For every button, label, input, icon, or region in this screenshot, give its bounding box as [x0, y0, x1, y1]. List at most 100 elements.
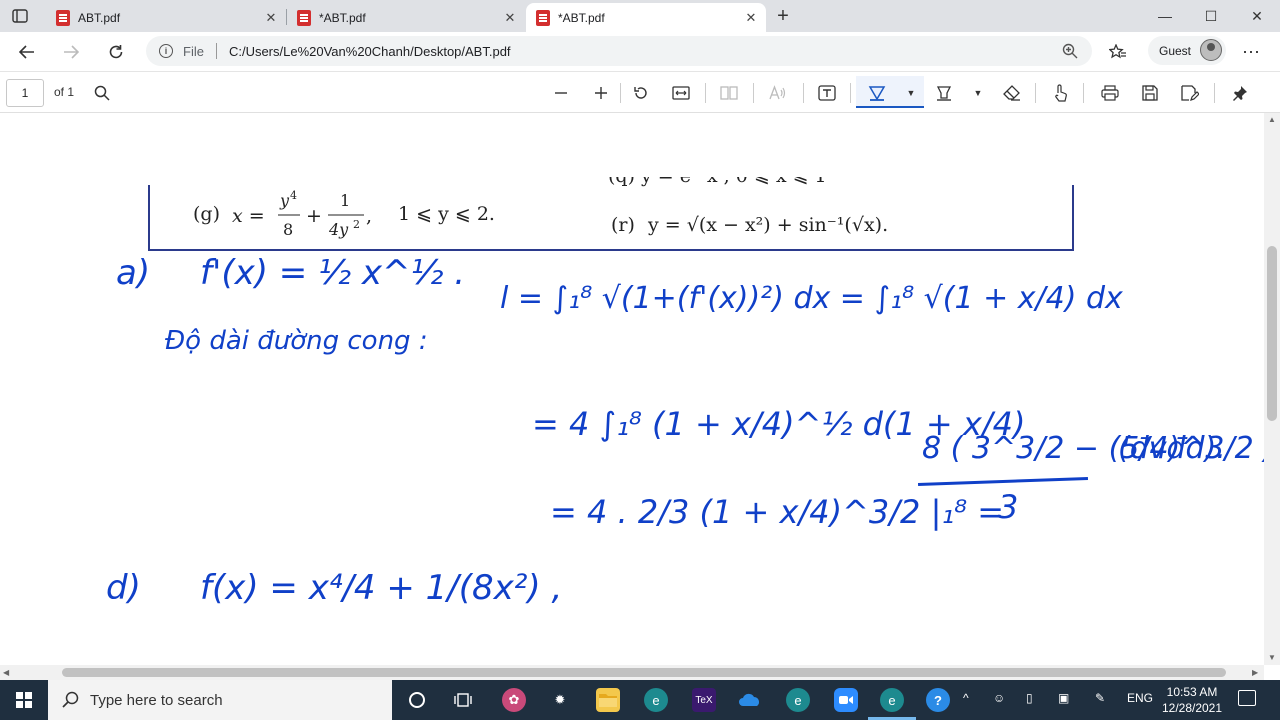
- cortana-icon[interactable]: [405, 688, 429, 712]
- tab-close-icon[interactable]: ✕: [742, 9, 760, 27]
- hw-fraction-bar: [917, 477, 1089, 486]
- address-input[interactable]: i File C:/Users/Le%20Van%20Chanh/Desktop…: [146, 36, 1092, 66]
- onedrive-icon[interactable]: [738, 688, 762, 712]
- save-icon[interactable]: [1138, 81, 1162, 105]
- profile-button[interactable]: Guest: [1148, 36, 1226, 65]
- horizontal-scroll-thumb[interactable]: [62, 668, 1226, 677]
- svg-text:x =: x =: [232, 205, 265, 227]
- fit-page-icon[interactable]: [669, 81, 693, 105]
- show-hidden-icons-chevron-icon[interactable]: ^: [963, 691, 969, 705]
- toolbar-divider: [803, 83, 804, 103]
- save-as-icon[interactable]: [1178, 81, 1202, 105]
- toolbar-divider: [753, 83, 754, 103]
- scroll-left-icon[interactable]: ◀: [3, 668, 9, 677]
- paint-app-icon[interactable]: ✿: [502, 688, 526, 712]
- edge-beta-icon[interactable]: e: [786, 688, 810, 712]
- draw-icon[interactable]: [865, 81, 889, 105]
- edge-active-icon[interactable]: e: [880, 688, 904, 712]
- exercise-g-label: (g): [193, 203, 220, 225]
- search-placeholder: Type here to search: [90, 691, 223, 709]
- file-explorer-icon[interactable]: [596, 688, 620, 712]
- tab-abt-pdf-active[interactable]: *ABT.pdf ✕: [526, 3, 766, 32]
- tab-abt-pdf-1[interactable]: ABT.pdf ✕: [46, 3, 286, 32]
- address-bar-row: i File C:/Users/Le%20Van%20Chanh/Desktop…: [0, 32, 1280, 71]
- pin-toolbar-icon[interactable]: [1228, 81, 1252, 105]
- scheme-label: File: [183, 43, 204, 59]
- page-count: of 1: [54, 85, 75, 99]
- zoom-in-icon[interactable]: [589, 81, 613, 105]
- rotate-icon[interactable]: [629, 81, 653, 105]
- exercise-r-equation: y = √(x − x²) + sin⁻¹(√x).: [648, 214, 889, 236]
- scroll-down-icon[interactable]: ▼: [1268, 653, 1276, 662]
- touch-write-icon[interactable]: [1049, 81, 1073, 105]
- favorites-button[interactable]: [1105, 39, 1131, 65]
- more-menu-button[interactable]: ⋯: [1238, 39, 1264, 65]
- scroll-right-icon[interactable]: ▶: [1252, 668, 1258, 677]
- tab-actions-icon[interactable]: [8, 5, 32, 27]
- add-text-icon[interactable]: [815, 81, 839, 105]
- pdf-document-page[interactable]: (g) x = y 4 8 + 1 4y 2 , 1 ⩽ y ⩽ 2. (q) …: [0, 113, 1264, 665]
- display-icon[interactable]: ▣: [1058, 691, 1069, 705]
- svg-text:4: 4: [290, 189, 297, 202]
- eraser-icon[interactable]: [1000, 81, 1024, 105]
- zoom-out-icon[interactable]: [549, 81, 573, 105]
- clock-date: 12/28/2021: [1161, 701, 1223, 715]
- page-number-input[interactable]: 1: [6, 79, 44, 107]
- print-icon[interactable]: [1098, 81, 1122, 105]
- zoom-app-icon[interactable]: [834, 688, 858, 712]
- svg-text:2: 2: [353, 218, 360, 231]
- tab-abt-pdf-2[interactable]: *ABT.pdf ✕: [287, 3, 525, 32]
- task-view-icon[interactable]: [452, 688, 476, 712]
- page-view-icon[interactable]: [717, 81, 741, 105]
- vertical-scrollbar[interactable]: ▲ ▼: [1264, 113, 1280, 665]
- horizontal-scrollbar[interactable]: ◀ ▶: [0, 665, 1264, 680]
- highlight-options-chevron-icon[interactable]: ▼: [966, 81, 990, 105]
- forward-arrow-icon: [64, 45, 79, 59]
- search-icon: [62, 691, 79, 713]
- forward-button[interactable]: [58, 39, 84, 65]
- highlight-icon[interactable]: [932, 81, 956, 105]
- svg-text:4y: 4y: [328, 220, 349, 239]
- exercise-g-equation: x = y 4 8 + 1 4y 2 ,: [232, 188, 382, 249]
- tab-close-icon[interactable]: ✕: [262, 9, 280, 27]
- maximize-button[interactable]: ☐: [1199, 4, 1223, 28]
- start-button[interactable]: [0, 680, 48, 720]
- hw-length-integral: l = ∫₁⁸ √(1+(f'(x))²) dx = ∫₁⁸ √(1 + x/4…: [500, 281, 1123, 316]
- notification-center-icon[interactable]: [1238, 690, 1256, 706]
- hw-result-unit: (đvđd).: [1118, 431, 1226, 466]
- hw-part-d-label: d): [106, 568, 141, 608]
- exercise-q-partial: (q) y = e^x , 0 ⩽ x ⩽ 1: [608, 177, 827, 191]
- pen-workspace-icon[interactable]: ✎: [1095, 691, 1105, 705]
- windows-taskbar: Type here to search ✿ ✹ e TeX e e ? ^ ☺ …: [0, 680, 1280, 720]
- hw-result-denominator: 3: [998, 488, 1019, 526]
- back-button[interactable]: [14, 39, 40, 65]
- zoom-icon[interactable]: [1062, 43, 1078, 62]
- toolbar-divider: [1083, 83, 1084, 103]
- close-window-button[interactable]: ✕: [1245, 4, 1269, 28]
- hw-arc-length-heading: Độ dài đường cong :: [165, 326, 428, 356]
- settings-gear-icon[interactable]: ✹: [548, 688, 572, 712]
- url-text: C:/Users/Le%20Van%20Chanh/Desktop/ABT.pd…: [228, 43, 511, 59]
- vertical-scroll-thumb[interactable]: [1267, 246, 1277, 421]
- new-tab-button[interactable]: +: [772, 5, 794, 27]
- refresh-button[interactable]: [103, 39, 129, 65]
- hw-a-derivative: f'(x) = ½ x^½ .: [200, 253, 466, 293]
- read-aloud-icon[interactable]: [766, 81, 790, 105]
- help-icon[interactable]: ?: [926, 688, 950, 712]
- battery-icon[interactable]: ▯: [1026, 691, 1033, 705]
- svg-text:+: +: [306, 205, 322, 227]
- minimize-button[interactable]: —: [1153, 4, 1177, 28]
- scroll-up-icon[interactable]: ▲: [1268, 115, 1276, 124]
- svg-text:8: 8: [283, 220, 293, 239]
- tab-close-icon[interactable]: ✕: [501, 9, 519, 27]
- find-icon[interactable]: [90, 81, 114, 105]
- language-indicator[interactable]: ENG: [1127, 691, 1153, 705]
- people-icon[interactable]: ☺: [993, 691, 1005, 705]
- edge-browser-icon[interactable]: e: [644, 688, 668, 712]
- taskbar-search-box[interactable]: Type here to search: [48, 680, 392, 720]
- tex-app-icon[interactable]: TeX: [692, 688, 716, 712]
- more-dots-icon: ⋯: [1242, 41, 1260, 62]
- draw-options-chevron-icon[interactable]: ▼: [899, 81, 923, 105]
- system-clock[interactable]: 10:53 AM 12/28/2021: [1158, 684, 1226, 716]
- info-icon[interactable]: i: [159, 44, 173, 58]
